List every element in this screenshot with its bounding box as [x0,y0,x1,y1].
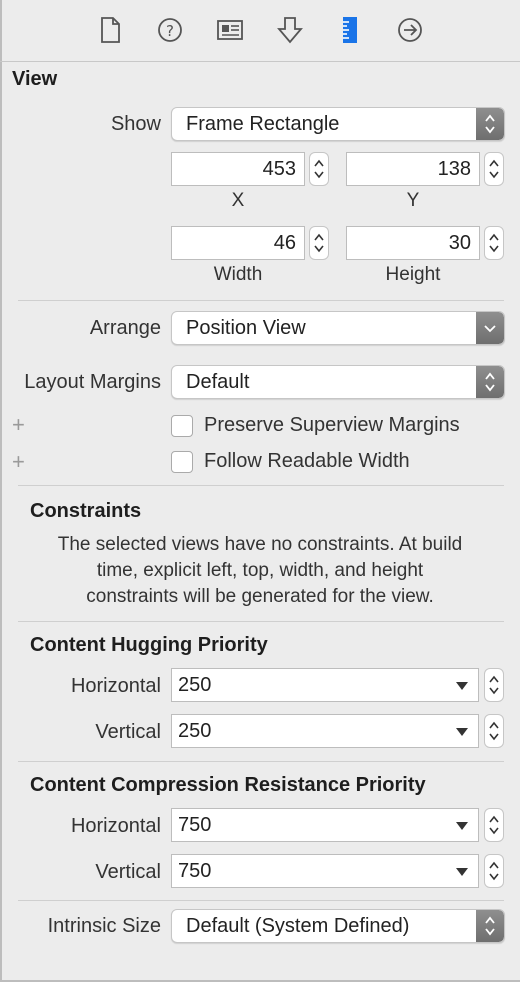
compression-horizontal-value: 750 [178,814,212,836]
layout-margins-popup-value: Default [186,371,250,393]
hugging-vertical-stepper[interactable] [484,714,504,748]
x-field[interactable]: 453 [171,152,305,186]
y-stepper[interactable] [484,152,504,186]
constraints-line-3: constraints will be generated for the vi… [86,586,434,607]
x-stepper[interactable] [309,152,329,186]
layout-margins-label: Layout Margins [24,371,161,393]
preserve-superview-margins-checkbox[interactable] [171,415,193,437]
plus-icon[interactable]: + [12,449,25,475]
file-inspector-icon[interactable] [95,14,125,46]
divider [18,761,504,762]
compression-horizontal-combo[interactable]: 750 [171,808,479,842]
hugging-vertical-value: 250 [178,720,212,742]
intrinsic-size-popup[interactable]: Default (System Defined) [171,909,505,943]
up-down-arrows-icon [476,108,504,140]
inspector-tab-bar: ? [0,0,520,62]
height-label: Height [385,264,441,285]
plus-icon[interactable]: + [12,412,25,438]
hugging-horizontal-stepper[interactable] [484,668,504,702]
connections-icon[interactable] [395,14,425,46]
compression-horizontal-stepper[interactable] [484,808,504,842]
width-label: Width [213,264,263,285]
identity-icon[interactable] [215,14,245,46]
chevron-down-icon [476,312,504,344]
up-down-arrows-icon [476,366,504,398]
divider [18,900,504,901]
hugging-vertical-combo[interactable]: 250 [171,714,479,748]
compression-horizontal-label: Horizontal [70,815,161,837]
arrange-label: Arrange [89,317,161,339]
divider [18,485,504,486]
follow-readable-width-checkbox[interactable] [171,451,193,473]
dropdown-arrow-icon[interactable] [456,868,468,876]
height-field[interactable]: 30 [346,226,480,260]
x-label: X [231,190,245,211]
intrinsic-size-label: Intrinsic Size [47,915,161,937]
hugging-horizontal-label: Horizontal [70,675,161,697]
dropdown-arrow-icon[interactable] [456,728,468,736]
compression-section-title: Content Compression Resistance Priority [30,774,426,796]
dropdown-arrow-icon[interactable] [456,822,468,830]
arrange-popup-value: Position View [186,317,306,339]
preserve-superview-margins-label: Preserve Superview Margins [204,414,460,436]
width-field[interactable]: 46 [171,226,305,260]
compression-vertical-label: Vertical [95,861,161,883]
dropdown-arrow-icon[interactable] [456,682,468,690]
divider [18,300,504,301]
svg-text:?: ? [166,22,174,40]
y-field[interactable]: 138 [346,152,480,186]
constraints-line-2: time, explicit left, top, width, and hei… [96,560,424,581]
divider [18,621,504,622]
hugging-section-title: Content Hugging Priority [30,634,268,656]
compression-vertical-combo[interactable]: 750 [171,854,479,888]
constraints-line-1: The selected views have no constraints. … [57,534,463,555]
show-popup-value: Frame Rectangle [186,113,340,135]
attributes-icon[interactable] [275,14,305,46]
compression-vertical-stepper[interactable] [484,854,504,888]
hugging-horizontal-combo[interactable]: 250 [171,668,479,702]
size-inspector-icon[interactable] [335,14,365,46]
height-stepper[interactable] [484,226,504,260]
up-down-arrows-icon [476,910,504,942]
constraints-section-title: Constraints [30,500,142,522]
intrinsic-size-popup-value: Default (System Defined) [186,915,410,937]
constraints-description: The selected views have no constraints. … [14,532,506,610]
width-stepper[interactable] [309,226,329,260]
layout-margins-popup[interactable]: Default [171,365,505,399]
help-icon[interactable]: ? [155,14,185,46]
follow-readable-width-label: Follow Readable Width [204,450,410,472]
y-label: Y [406,190,420,211]
arrange-popup[interactable]: Position View [171,311,505,345]
view-section-title: View [12,68,58,90]
show-label: Show [110,113,161,135]
compression-vertical-value: 750 [178,860,212,882]
hugging-horizontal-value: 250 [178,674,212,696]
hugging-vertical-label: Vertical [95,721,161,743]
show-popup[interactable]: Frame Rectangle [171,107,505,141]
